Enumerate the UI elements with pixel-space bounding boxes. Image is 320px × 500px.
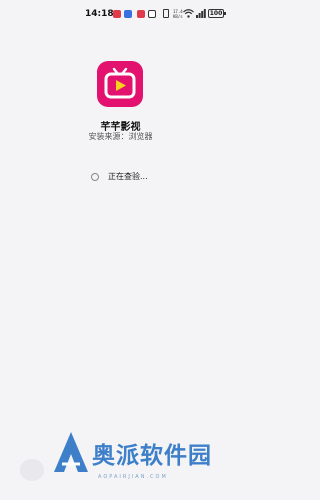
- network-speed: 17.4 KB/s: [173, 9, 183, 19]
- signal-icon: [196, 9, 206, 18]
- watermark: 奥派软件园 AOPAIRJIAN.COM: [52, 430, 241, 490]
- watermark-subtext: AOPAIRJIAN.COM: [98, 474, 168, 480]
- loading-spinner-icon: [91, 173, 99, 181]
- checking-text: 正在查验...: [108, 172, 148, 181]
- notification-icon-blue: [124, 10, 132, 18]
- watermark-logo-icon: [54, 432, 88, 472]
- system-icons: 17.4 KB/s 100: [163, 8, 241, 20]
- install-source: 安装来源：浏览器: [88, 132, 153, 141]
- app-tv-icon: [97, 61, 143, 107]
- watermark-text: 奥派软件园: [92, 443, 212, 469]
- notification-icon-red: [113, 10, 121, 18]
- status-time: 14:18: [85, 9, 114, 19]
- vibrate-icon: [163, 9, 169, 18]
- wifi-icon: [183, 9, 194, 18]
- status-bar: 14:18 17.4 KB/s 100: [0, 0, 241, 28]
- battery-icon: 100: [208, 9, 224, 18]
- bottom-button[interactable]: [20, 459, 44, 481]
- notification-icon-dark: [148, 10, 156, 18]
- battery-cap: [224, 12, 226, 15]
- notification-icon-red-2: [137, 10, 145, 18]
